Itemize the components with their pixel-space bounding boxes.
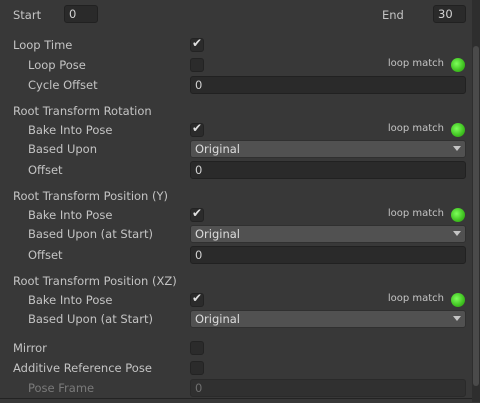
- scrollbar[interactable]: [472, 0, 480, 402]
- pos-y-header: Root Transform Position (Y): [13, 189, 168, 203]
- cycle-offset-row: Cycle Offset 0: [0, 75, 472, 95]
- rotation-bake-checkbox[interactable]: ✔: [190, 121, 204, 137]
- cycle-offset-field[interactable]: 0: [190, 76, 466, 94]
- cycle-offset-label: Cycle Offset: [28, 78, 98, 92]
- chevron-down-icon: [453, 316, 461, 321]
- pos-xz-bake-checkbox[interactable]: ✔: [190, 291, 204, 307]
- pose-frame-field: 0: [190, 379, 466, 397]
- loop-match-label: loop match: [387, 58, 444, 69]
- loop-match-indicator-icon: [451, 58, 465, 72]
- check-icon: ✔: [192, 121, 203, 135]
- additive-checkbox[interactable]: [190, 361, 204, 375]
- chevron-down-icon: [453, 146, 461, 151]
- pose-frame-row: Pose Frame 0: [0, 378, 472, 398]
- rotation-offset-field[interactable]: 0: [190, 161, 466, 179]
- mirror-label: Mirror: [13, 341, 47, 355]
- loop-pose-label: Loop Pose: [28, 58, 86, 72]
- loop-match-indicator-icon: [451, 293, 465, 307]
- loop-pose-row: Loop Pose loop match: [0, 55, 472, 75]
- loop-match-indicator-icon: [451, 208, 465, 222]
- rotation-header-row: Root Transform Rotation: [0, 101, 472, 121]
- additive-row: Additive Reference Pose: [0, 358, 472, 378]
- rotation-header: Root Transform Rotation: [13, 104, 152, 118]
- mirror-row: Mirror: [0, 338, 472, 358]
- check-icon: ✔: [192, 206, 203, 220]
- pos-y-offset-row: Offset 0: [0, 245, 472, 265]
- loop-match-label: loop match: [387, 293, 444, 304]
- rotation-based-row: Based Upon Original: [0, 139, 472, 159]
- pos-xz-header: Root Transform Position (XZ): [13, 274, 177, 288]
- pos-y-bake-label: Bake Into Pose: [28, 208, 113, 222]
- pos-y-based-row: Based Upon (at Start) Original: [0, 224, 472, 244]
- additive-label: Additive Reference Pose: [13, 361, 152, 375]
- loop-time-label: Loop Time: [13, 38, 73, 52]
- start-label: Start: [13, 8, 42, 22]
- pos-y-bake-row: Bake Into Pose ✔ loop match: [0, 205, 472, 225]
- pos-xz-bake-label: Bake Into Pose: [28, 293, 113, 307]
- loop-match-label: loop match: [387, 123, 444, 134]
- start-field[interactable]: 0: [64, 5, 98, 23]
- loop-match-indicator-icon: [451, 123, 465, 137]
- rotation-offset-row: Offset 0: [0, 160, 472, 180]
- pos-xz-based-row: Based Upon (at Start) Original: [0, 309, 472, 329]
- loop-time-checkbox[interactable]: ✔: [190, 36, 204, 52]
- pos-y-header-row: Root Transform Position (Y): [0, 186, 472, 206]
- pos-y-based-label: Based Upon (at Start): [28, 227, 153, 241]
- rotation-bake-label: Bake Into Pose: [28, 123, 113, 137]
- pos-y-based-value: Original: [195, 227, 241, 241]
- loop-match-label: loop match: [387, 208, 444, 219]
- check-icon: ✔: [192, 291, 203, 305]
- pos-xz-header-row: Root Transform Position (XZ): [0, 271, 472, 291]
- pos-y-offset-label: Offset: [28, 248, 63, 262]
- pos-xz-based-value: Original: [195, 312, 241, 326]
- bottom-divider: [0, 398, 472, 403]
- rotation-based-value: Original: [195, 142, 241, 156]
- end-label: End: [382, 8, 404, 22]
- scrollbar-thumb[interactable]: [473, 46, 479, 386]
- pos-xz-based-label: Based Upon (at Start): [28, 312, 153, 326]
- loop-time-row: Loop Time ✔: [0, 35, 472, 55]
- pos-y-based-dropdown[interactable]: Original: [190, 225, 466, 243]
- loop-pose-checkbox[interactable]: [190, 58, 204, 72]
- pos-xz-bake-row: Bake Into Pose ✔ loop match: [0, 290, 472, 310]
- mirror-checkbox[interactable]: [190, 341, 204, 355]
- rotation-offset-label: Offset: [28, 163, 63, 177]
- pos-y-offset-field[interactable]: 0: [190, 246, 466, 264]
- pose-frame-label: Pose Frame: [28, 381, 95, 395]
- rotation-based-label: Based Upon: [28, 142, 97, 156]
- rotation-bake-row: Bake Into Pose ✔ loop match: [0, 120, 472, 140]
- end-field[interactable]: 30: [433, 5, 466, 23]
- chevron-down-icon: [453, 231, 461, 236]
- rotation-based-dropdown[interactable]: Original: [190, 140, 466, 158]
- check-icon: ✔: [192, 36, 203, 50]
- pos-y-bake-checkbox[interactable]: ✔: [190, 206, 204, 222]
- pos-xz-based-dropdown[interactable]: Original: [190, 310, 466, 328]
